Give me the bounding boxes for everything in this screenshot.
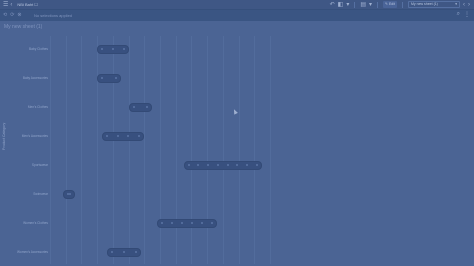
bar-segment-mark bbox=[127, 135, 130, 137]
range-bar[interactable] bbox=[97, 44, 129, 54]
bar-segment-mark bbox=[160, 222, 163, 224]
bar-segment-mark bbox=[132, 106, 135, 108]
y-axis-label: Product Category bbox=[2, 122, 6, 150]
bar-segment-mark bbox=[69, 193, 72, 195]
bar-segment-mark bbox=[226, 164, 229, 166]
divider bbox=[402, 1, 403, 8]
bar-segment-mark bbox=[256, 164, 259, 166]
selections-placeholder: No selections applied bbox=[34, 13, 73, 18]
category-label: Baby Clothes bbox=[29, 47, 48, 51]
bar-segment-mark bbox=[207, 164, 210, 166]
bar-segment-mark bbox=[197, 164, 200, 166]
category-label: Women's Accessories bbox=[16, 250, 48, 254]
sheet-selector-label: My new sheet (1) bbox=[411, 2, 438, 6]
gridline bbox=[191, 36, 193, 264]
selections-forward-icon[interactable]: ⟳ bbox=[10, 12, 14, 18]
selections-back-icon[interactable]: ⟲ bbox=[3, 12, 7, 18]
gridline bbox=[112, 36, 114, 264]
y-axis-label-wrap: Product Category bbox=[0, 34, 10, 266]
gridline bbox=[128, 36, 130, 264]
bar-segment-mark bbox=[187, 164, 190, 166]
prev-sheet-icon[interactable]: ‹ bbox=[463, 0, 465, 10]
bar-segment-mark bbox=[101, 77, 104, 79]
sheets-icon[interactable]: ▤ bbox=[360, 0, 366, 10]
bookmark-icon[interactable]: ◧ bbox=[338, 0, 344, 10]
bar-segment-mark bbox=[216, 164, 219, 166]
gridline bbox=[81, 36, 83, 264]
category-label: Swimwear bbox=[33, 192, 48, 196]
bar-segment-mark bbox=[114, 77, 117, 79]
category-label: Women's Clothes bbox=[23, 221, 48, 225]
chart-title: My new sheet (1) bbox=[4, 24, 43, 30]
gridline bbox=[222, 36, 224, 264]
gridline bbox=[207, 36, 209, 264]
selections-bar: ⟲ ⟳ ⊗ No selections applied ⌕ ⋮ bbox=[0, 10, 474, 21]
menu-icon[interactable]: ☰ bbox=[3, 0, 8, 10]
sheets-chevron-icon[interactable]: ▾ bbox=[369, 0, 372, 10]
bar-segment-mark bbox=[110, 251, 113, 253]
gridline bbox=[175, 36, 177, 264]
clear-selections-icon[interactable]: ⊗ bbox=[17, 12, 21, 18]
category-label: Sportswear bbox=[31, 163, 48, 167]
pencil-icon: ✎ bbox=[385, 2, 388, 6]
gridline bbox=[97, 36, 99, 264]
app-title: NBi Baht ☐ bbox=[17, 2, 38, 7]
back-icon[interactable]: ‹ bbox=[10, 0, 12, 10]
bar-segment-mark bbox=[246, 164, 249, 166]
bar-segment-mark bbox=[170, 222, 173, 224]
chevron-down-icon[interactable]: ▾ bbox=[346, 0, 349, 10]
gridline bbox=[65, 36, 67, 264]
next-sheet-icon[interactable]: › bbox=[468, 0, 470, 10]
sheet-selector[interactable]: My new sheet (1) ▾ bbox=[408, 1, 460, 8]
bar-segment-mark bbox=[116, 135, 119, 137]
search-icon[interactable]: ⌕ bbox=[457, 11, 460, 18]
bar-segment-mark bbox=[236, 164, 239, 166]
bar-segment-mark bbox=[122, 251, 125, 253]
gridline bbox=[270, 36, 271, 264]
category-label: Men's Accessories bbox=[21, 134, 48, 138]
bar-segment-mark bbox=[122, 48, 125, 50]
edit-label: Edit bbox=[388, 2, 395, 6]
bar-segment-mark bbox=[101, 48, 104, 50]
divider bbox=[354, 1, 356, 8]
undo-icon[interactable]: ↶ bbox=[330, 0, 335, 10]
range-bar[interactable] bbox=[101, 131, 145, 141]
gridline bbox=[50, 36, 51, 264]
top-toolbar: ☰ ‹ NBi Baht ☐ ↶ ◧ ▾ ▤ ▾ ✎ Edit My new s… bbox=[0, 0, 474, 10]
range-bar[interactable] bbox=[156, 218, 217, 228]
divider bbox=[377, 1, 379, 8]
gridline bbox=[254, 36, 256, 264]
bar-segment-mark bbox=[146, 106, 149, 108]
category-label: Men's Clothes bbox=[27, 105, 48, 109]
chevron-down-icon: ▾ bbox=[455, 2, 457, 6]
bar-segment-mark bbox=[200, 222, 203, 224]
gridline bbox=[160, 36, 161, 264]
gridline bbox=[144, 36, 146, 264]
range-bar[interactable] bbox=[183, 160, 263, 170]
bar-segment-mark bbox=[210, 222, 213, 224]
range-bar[interactable] bbox=[62, 189, 76, 199]
category-label: Baby Accessories bbox=[22, 76, 48, 80]
bar-segment-mark bbox=[180, 222, 183, 224]
range-bar[interactable] bbox=[97, 73, 121, 83]
bar-segment-mark bbox=[111, 48, 114, 50]
bar-segment-mark bbox=[135, 251, 138, 253]
chart-plot-area[interactable]: Product Category Baby Clothes Baby Access… bbox=[0, 34, 474, 266]
edit-button[interactable]: ✎ Edit bbox=[383, 1, 397, 8]
bar-segment-mark bbox=[190, 222, 193, 224]
gridline bbox=[238, 36, 240, 264]
more-icon[interactable]: ⋮ bbox=[464, 11, 470, 18]
range-bar[interactable] bbox=[106, 247, 142, 257]
range-bar[interactable] bbox=[128, 102, 153, 112]
bar-segment-mark bbox=[105, 135, 108, 137]
bar-segment-mark bbox=[138, 135, 141, 137]
